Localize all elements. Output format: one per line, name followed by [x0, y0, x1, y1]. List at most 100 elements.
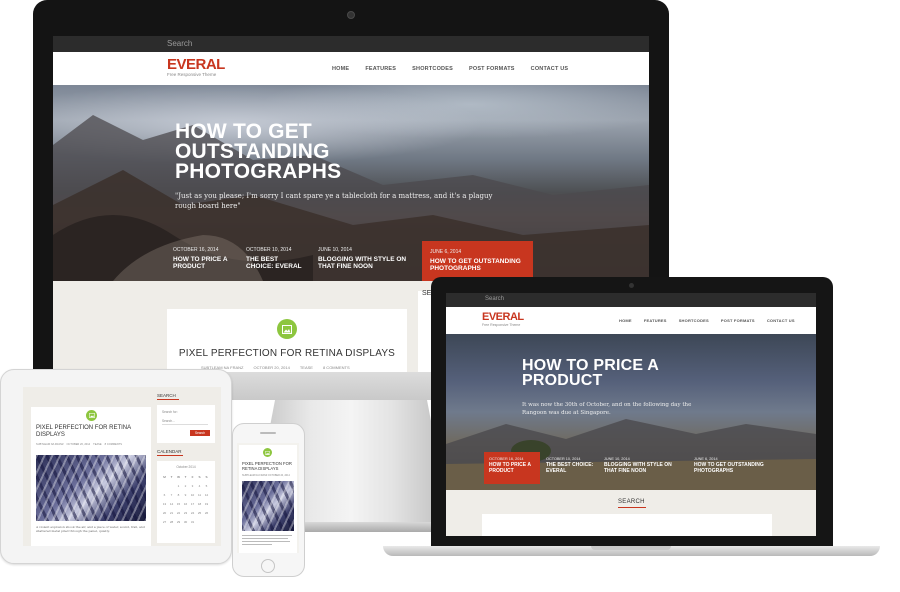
- hero-title-line: PRODUCT: [522, 372, 603, 390]
- article-title[interactable]: PIXEL PERFECTION FOR RETINA DISPLAYS: [36, 425, 131, 439]
- calendar-day: 31: [190, 520, 195, 524]
- nav-features[interactable]: FEATURES: [644, 318, 667, 323]
- site-logo[interactable]: EVERAL Free Responsive Theme: [482, 311, 524, 328]
- calendar-day: 9: [184, 493, 187, 497]
- calendar-weekday: T: [170, 475, 173, 479]
- post-tab[interactable]: JUNE 10, 2014 BLOGGING WITH STYLE ON THA…: [604, 457, 682, 474]
- calendar-day: 28: [169, 520, 174, 524]
- iphone-home-button[interactable]: [261, 559, 275, 573]
- macbook-screen: Search EVERAL Free Responsive Theme HOME…: [446, 293, 816, 536]
- calendar-day: 3: [191, 484, 194, 488]
- site-header: EVERAL Free Responsive Theme HOME FEATUR…: [53, 52, 649, 85]
- post-tab[interactable]: OCTOBER 10, 2014 THE BEST CHOICE: EVERAL: [246, 247, 306, 270]
- search-input[interactable]: Search: [167, 39, 192, 48]
- calendar-day: [161, 482, 168, 491]
- top-search-bar: Search: [446, 293, 816, 307]
- calendar-day: 10: [190, 493, 195, 497]
- meta-category[interactable]: TEASE: [93, 443, 102, 446]
- nav-post-formats[interactable]: POST FORMATS: [469, 66, 515, 72]
- article-meta: SUBTLEAM NA FRANZ OCTOBER 20, 2014 TEASE…: [36, 443, 126, 446]
- article-excerpt-lines: [242, 535, 294, 545]
- sidebar-heading: SEARCH: [618, 499, 645, 505]
- calendar-day: [203, 518, 210, 527]
- hero-text-line: Rangoon was due at Singapore.: [522, 410, 611, 416]
- iphone-screen: PIXEL PERFECTION FOR RETINA DISPLAYS SUB…: [237, 443, 299, 553]
- site-logo[interactable]: EVERAL Free Responsive Theme: [167, 57, 225, 77]
- post-tab[interactable]: JUNE 6, 2014 HOW TO GET OUTSTANDING PHOT…: [694, 457, 774, 474]
- calendar-day: 24: [190, 511, 195, 515]
- post-tab[interactable]: OCTOBER 10, 2014 THE BEST CHOICE: EVERAL: [546, 457, 596, 474]
- site-header: EVERAL Free Responsive Theme HOME FEATUR…: [446, 307, 816, 334]
- calendar-day: 17: [190, 502, 195, 506]
- search-button[interactable]: Search: [190, 430, 210, 436]
- nav-post-formats[interactable]: POST FORMATS: [721, 318, 755, 323]
- logo-text: EVERAL: [482, 311, 524, 323]
- calendar-day: 23: [183, 511, 188, 515]
- hero-title-line: HOW TO GET: [175, 120, 312, 143]
- article-title[interactable]: PIXEL PERFECTION FOR RETINA DISPLAYS: [242, 461, 292, 471]
- macbook-camera: [629, 283, 634, 288]
- heading-underline: [618, 507, 646, 508]
- sidebar-heading-calendar: CALENDAR: [157, 449, 182, 454]
- text-line: [242, 544, 272, 545]
- hero-title[interactable]: HOW TO PRICE A PRODUCT: [522, 357, 659, 390]
- post-date: OCTOBER 16, 2014: [489, 457, 524, 461]
- iphone-speaker: [260, 432, 276, 434]
- nav-contact-us[interactable]: CONTACT US: [767, 318, 795, 323]
- meta-date: OCTOBER 20, 2014: [66, 443, 91, 446]
- search-widget: Search for: Search... Search: [157, 405, 215, 443]
- post-tab-active[interactable]: JUNE 6, 2014 HOW TO GET OUTSTANDING PHOT…: [422, 241, 533, 281]
- calendar-day: [168, 482, 175, 491]
- image-format-icon: [277, 319, 297, 339]
- nav-contact-us[interactable]: CONTACT US: [531, 66, 569, 72]
- nav-shortcodes[interactable]: SHORTCODES: [679, 318, 709, 323]
- article-meta: SUBTLEAM NA FRANZ OCTOBER 20, 2014: [242, 474, 290, 477]
- post-tab-active[interactable]: OCTOBER 16, 2014 HOW TO PRICE A PRODUCT: [484, 452, 540, 484]
- calendar-day: 4: [198, 484, 201, 488]
- text-line: [242, 538, 288, 539]
- post-date: OCTOBER 10, 2014: [246, 247, 292, 253]
- calendar-day: 6: [163, 493, 166, 497]
- meta-category[interactable]: TEASE: [300, 365, 313, 370]
- calendar-day: 27: [162, 520, 167, 524]
- meta-comments[interactable]: 8 COMMENTS: [323, 365, 350, 370]
- hero-title[interactable]: HOW TO GET OUTSTANDING PHOTOGRAPHS: [175, 120, 342, 184]
- article-title[interactable]: PIXEL PERFECTION FOR RETINA DISPLAYS: [177, 348, 397, 359]
- text-line: [242, 535, 292, 536]
- post-tab[interactable]: OCTOBER 16, 2014 HOW TO PRICE A PRODUCT: [173, 247, 233, 270]
- search-input[interactable]: Search...: [162, 419, 208, 425]
- hero-title-line: PHOTOGRAPHS: [175, 160, 342, 184]
- calendar-row: 12345: [161, 482, 211, 491]
- macbook-device: Search EVERAL Free Responsive Theme HOME…: [383, 277, 880, 561]
- article-image[interactable]: [36, 455, 146, 521]
- sidebar-widget: [482, 514, 772, 536]
- calendar-weekday: T: [184, 475, 187, 479]
- search-input[interactable]: Search: [485, 296, 504, 302]
- nav-home[interactable]: HOME: [332, 66, 349, 72]
- post-title: THE BEST CHOICE: EVERAL: [546, 462, 594, 474]
- post-title: BLOGGING WITH STYLE ON THAT FINE NOON: [604, 462, 672, 474]
- calendar-row: 13 14 15 16 17 18 19: [161, 500, 211, 509]
- top-search-bar: Search: [53, 36, 649, 52]
- calendar-day: 2: [184, 484, 187, 488]
- hero-quote: "Just as you please; I'm sorry I cant sp…: [175, 191, 492, 211]
- meta-date: OCTOBER 20, 2014: [253, 365, 290, 370]
- calendar-day: 14: [169, 502, 174, 506]
- nav-features[interactable]: FEATURES: [365, 66, 396, 72]
- meta-comments[interactable]: 8 COMMENTS: [105, 443, 122, 446]
- calendar-weekday: F: [191, 475, 194, 479]
- nav-home[interactable]: HOME: [619, 318, 632, 323]
- calendar-day: 1: [177, 484, 180, 488]
- post-date: JUNE 6, 2014: [430, 249, 462, 255]
- image-format-icon: [263, 448, 272, 457]
- hero-quote-line: "Just as you please; I'm sorry I cant sp…: [175, 192, 493, 200]
- article-image[interactable]: [242, 481, 294, 531]
- nav-shortcodes[interactable]: SHORTCODES: [412, 66, 453, 72]
- post-title: HOW TO GET OUTSTANDING PHOTOGRAPHS: [430, 258, 521, 273]
- calendar-weekday: S: [198, 475, 201, 479]
- post-date: OCTOBER 10, 2014: [546, 457, 581, 461]
- search-label: Search for:: [162, 410, 178, 414]
- post-tab[interactable]: JUNE 10, 2014 BLOGGING WITH STYLE ON THA…: [318, 247, 413, 270]
- calendar-day: 11: [197, 493, 202, 497]
- meta-author[interactable]: SUBTLEAM NA FRANZ: [36, 443, 64, 446]
